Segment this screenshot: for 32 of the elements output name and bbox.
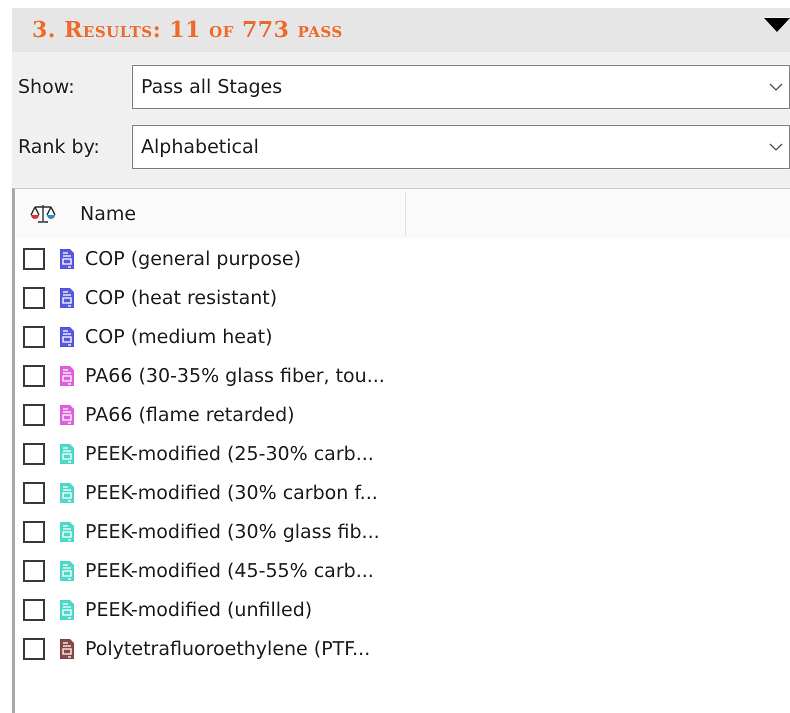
collapse-triangle-icon[interactable] — [764, 18, 790, 32]
material-name[interactable]: COP (medium heat) — [85, 326, 272, 348]
filter-label: Show: — [17, 76, 76, 98]
material-name[interactable]: PEEK-modified (25-30% carb... — [85, 442, 374, 464]
material-name[interactable]: PA66 (30-35% glass fiber, tou... — [85, 364, 385, 386]
checkbox[interactable] — [23, 482, 45, 504]
panel-title: 3. Results: 11 of 773 pass — [32, 17, 343, 43]
material-name[interactable]: PEEK-modified (45-55% carb... — [85, 560, 374, 582]
checkbox[interactable] — [23, 286, 45, 308]
filter-label: Rank by: — [17, 136, 101, 158]
checkbox[interactable] — [23, 326, 45, 348]
material-name[interactable]: COP (general purpose) — [85, 248, 301, 270]
checkbox[interactable] — [23, 560, 45, 582]
balance-scale-icon[interactable] — [30, 203, 56, 225]
checkbox[interactable] — [23, 598, 45, 620]
material-name[interactable]: PA66 (flame retarded) — [85, 404, 295, 426]
chevron-down-icon — [769, 83, 783, 91]
dropdown-field[interactable]: Pass all Stages — [132, 65, 790, 109]
material-name[interactable]: PEEK-modified (30% glass fib... — [85, 520, 380, 542]
checkbox[interactable] — [23, 248, 45, 270]
checkbox[interactable] — [23, 364, 45, 386]
material-name[interactable]: PEEK-modified (unfilled) — [85, 598, 312, 620]
dropdown-field[interactable]: Alphabetical — [132, 125, 790, 169]
checkbox[interactable] — [23, 638, 45, 660]
column-header[interactable]: Name — [80, 203, 400, 225]
checkbox[interactable] — [23, 442, 45, 464]
checkbox[interactable] — [23, 520, 45, 542]
chevron-down-icon — [769, 143, 783, 151]
material-name[interactable]: PEEK-modified (30% carbon f... — [85, 482, 378, 504]
material-name[interactable]: Polytetrafluoroethylene (PTF... — [85, 638, 370, 660]
material-name[interactable]: COP (heat resistant) — [85, 286, 278, 308]
checkbox[interactable] — [23, 404, 45, 426]
